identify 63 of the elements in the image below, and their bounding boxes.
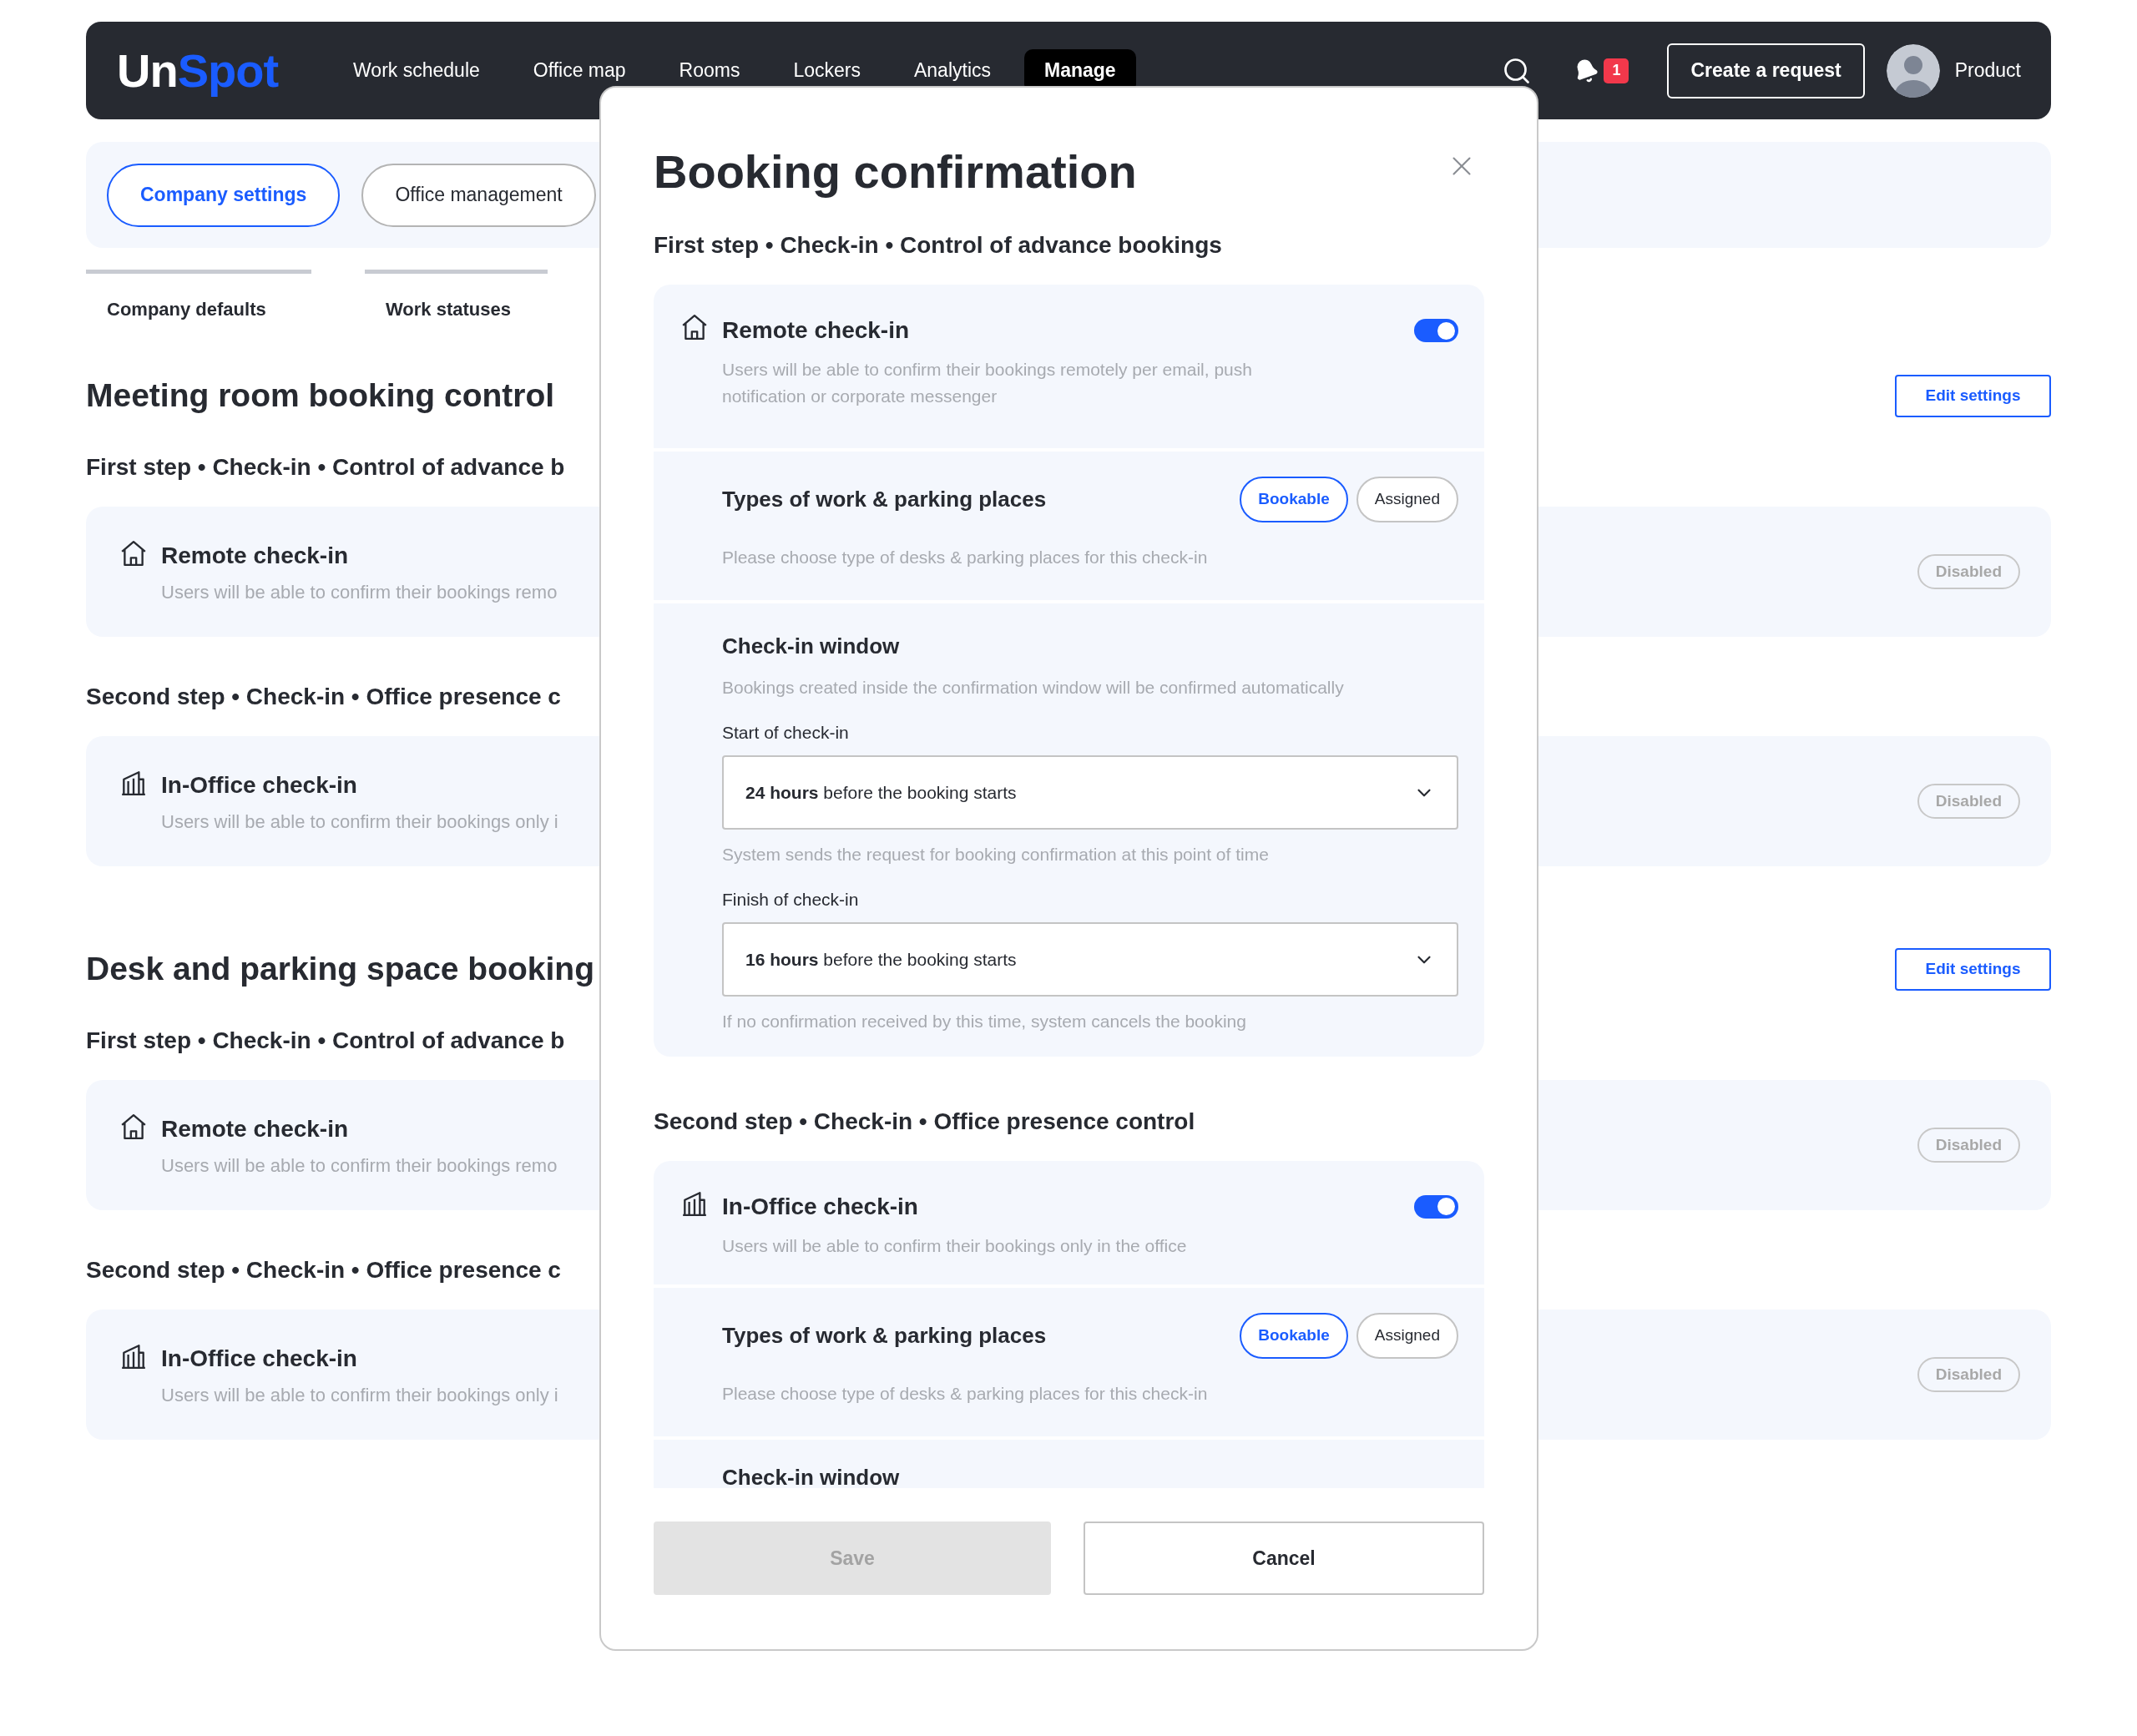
edit-settings-button[interactable]: Edit settings xyxy=(1895,948,2051,991)
status-badge: Disabled xyxy=(1917,554,2020,589)
setting-description: Users will be able to confirm their bookings remotely per email, push notification or corporate messenger xyxy=(722,359,1253,407)
toggle-switch[interactable] xyxy=(1414,1194,1458,1219)
status-badge: Disabled xyxy=(1917,1357,2020,1392)
card-description: Users will be able to confirm their bookings remo xyxy=(161,580,558,604)
field-help: If no confirmation received by this time, system cancels the booking xyxy=(722,1011,1247,1032)
settings-tab[interactable]: Company settings xyxy=(107,163,341,227)
type-option[interactable]: Assigned xyxy=(1356,477,1458,522)
nav-tab[interactable]: Lockers xyxy=(773,48,881,93)
nav-tab[interactable]: Analytics xyxy=(894,48,1012,93)
create-request-button[interactable]: Create a request xyxy=(1667,43,1865,98)
card-description: Users will be able to confirm their bookings only i xyxy=(161,810,558,834)
setting-title: In-Office check-in xyxy=(722,1192,918,1221)
field-label: Finish of check-in xyxy=(722,888,860,911)
nav-tab[interactable]: Office map xyxy=(513,48,646,93)
house-icon xyxy=(119,1112,148,1141)
types-title: Types of work & parking places xyxy=(722,486,1047,513)
setting-description: Users will be able to confirm their bookings only in the office xyxy=(722,1234,1188,1257)
avatar-icon[interactable] xyxy=(1886,43,1940,98)
window-description: Bookings created inside the confirmation window will be confirmed automatically xyxy=(722,677,1345,699)
house-icon xyxy=(119,538,148,568)
sub-tab[interactable]: Company defaults xyxy=(86,270,311,323)
nav-tab[interactable]: Rooms xyxy=(659,48,760,93)
card-title: Remote check-in xyxy=(161,1114,350,1143)
house-icon xyxy=(680,313,709,341)
card-title: In-Office check-in xyxy=(161,770,358,800)
type-option[interactable]: Bookable xyxy=(1240,1312,1348,1359)
nav-tab[interactable]: Work schedule xyxy=(333,48,500,93)
status-badge: Disabled xyxy=(1917,1128,2020,1163)
select-field[interactable]: 24 hours before the booking starts xyxy=(722,755,1458,830)
card-title: In-Office check-in xyxy=(161,1344,358,1373)
status-badge: Disabled xyxy=(1917,784,2020,819)
field-label: Start of check-in xyxy=(722,721,850,744)
card-description: Users will be able to confirm their bookings remo xyxy=(161,1153,558,1178)
user-name[interactable]: Product xyxy=(1954,56,2021,85)
sub-tab[interactable]: Work statuses xyxy=(365,270,548,323)
select-field[interactable]: 16 hours before the booking starts xyxy=(722,922,1458,997)
notification-badge: 1 xyxy=(1604,58,1629,83)
section-title: Desk and parking space booking xyxy=(86,950,594,989)
setting-title: Remote check-in xyxy=(722,316,910,345)
step-heading: Second step • Check-in • Office presence control xyxy=(654,1107,1195,1136)
field-help: System sends the request for booking confirmation at this point of time xyxy=(722,844,1270,865)
edit-settings-button[interactable]: Edit settings xyxy=(1895,375,2051,417)
step-heading: Second step • Check-in • Office presence c xyxy=(86,683,561,711)
dialog-title: Booking confirmation xyxy=(654,144,1137,199)
step-heading: Second step • Check-in • Office presence c xyxy=(86,1256,561,1284)
toggle-switch[interactable] xyxy=(1414,319,1458,342)
types-description: Please choose type of desks & parking places for this check-in xyxy=(722,547,1209,568)
step-heading: First step • Check-in • Control of advance bookings xyxy=(654,231,1222,260)
window-title: Check-in window xyxy=(722,633,901,660)
window-title: Check-in window xyxy=(722,1463,901,1488)
step-heading: First step • Check-in • Control of advance b xyxy=(86,453,565,482)
step-heading: First step • Check-in • Control of advance b xyxy=(86,1027,565,1055)
section-title: Meeting room booking control xyxy=(86,376,555,416)
settings-tab[interactable]: Office management xyxy=(361,163,596,227)
type-option[interactable]: Bookable xyxy=(1240,477,1348,522)
type-option[interactable]: Assigned xyxy=(1356,1312,1458,1359)
card-description: Users will be able to confirm their bookings only i xyxy=(161,1383,558,1407)
types-title: Types of work & parking places xyxy=(722,1321,1047,1350)
cancel-button[interactable]: Cancel xyxy=(1084,1522,1484,1595)
types-description: Please choose type of desks & parking places for this check-in xyxy=(722,1382,1209,1405)
card-title: Remote check-in xyxy=(161,541,350,570)
